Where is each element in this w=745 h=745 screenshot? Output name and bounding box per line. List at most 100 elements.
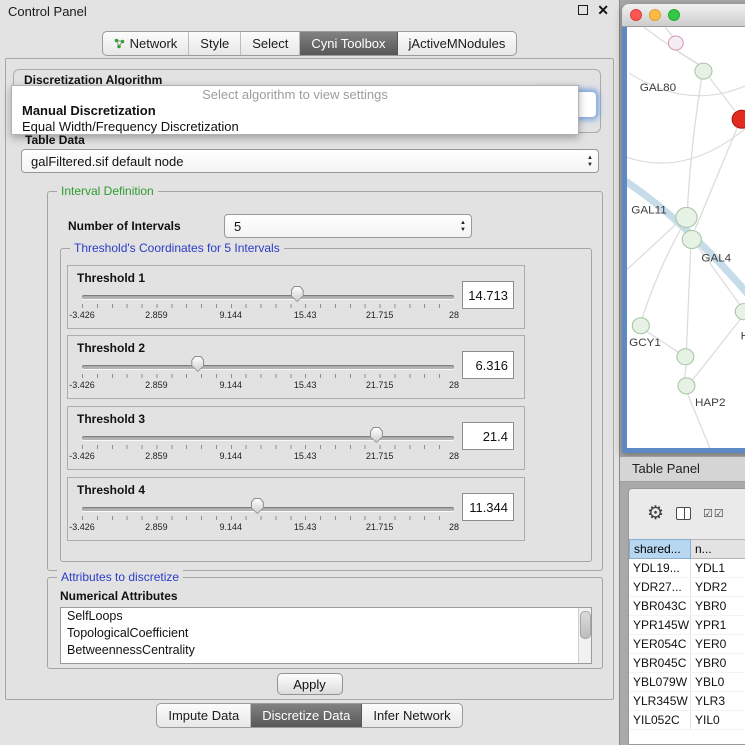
table-row[interactable]: YPR145WYPR1 xyxy=(629,616,745,635)
table-row[interactable]: YDR27...YDR2 xyxy=(629,578,745,597)
network-node-label: GAL11 xyxy=(631,205,666,217)
stepper-icon[interactable]: ▲▼ xyxy=(460,215,466,237)
tab-label: Discretize Data xyxy=(262,708,350,723)
slider-track[interactable] xyxy=(82,507,454,511)
table-data-combobox[interactable]: galFiltered.sif default node ▲▼ xyxy=(21,149,599,173)
column-header-shared-name[interactable]: shared... xyxy=(629,539,691,559)
table-row[interactable]: YBR043CYBR0 xyxy=(629,597,745,616)
tab-label: Cyni Toolbox xyxy=(311,36,385,51)
zoom-traffic-light[interactable] xyxy=(668,9,680,21)
desktop: Control Panel ✕ Network xyxy=(0,0,745,745)
network-node[interactable] xyxy=(695,63,712,79)
network-icon xyxy=(114,38,125,49)
dropdown-option-manual-discretization[interactable]: Manual Discretization xyxy=(12,103,578,119)
slider-track[interactable] xyxy=(82,436,454,440)
slider-ticks xyxy=(82,445,454,449)
table-row[interactable]: YER054CYER0 xyxy=(629,635,745,654)
slider-track[interactable] xyxy=(82,365,454,369)
slider-thumb[interactable] xyxy=(191,356,204,372)
network-node-label: HAP2 xyxy=(695,397,725,409)
network-node-label: GAL80 xyxy=(640,82,676,94)
network-node[interactable] xyxy=(632,318,649,334)
slider-scale: -3.4262.8599.14415.4321.71528 xyxy=(82,310,454,322)
network-edge xyxy=(642,226,682,318)
network-node-label: GAL4 xyxy=(701,253,731,265)
algorithm-dropdown-popup: Select algorithm to view settings Manual… xyxy=(11,85,579,135)
close-traffic-light[interactable] xyxy=(630,9,642,21)
apply-button[interactable]: Apply xyxy=(277,673,343,695)
tab-network[interactable]: Network xyxy=(103,32,190,55)
tab-infer-network[interactable]: Infer Network xyxy=(362,704,461,727)
threshold-value-field[interactable]: 21.4 xyxy=(462,422,514,450)
table-toolbar: ⚙ ☑☑ xyxy=(629,489,745,537)
network-edge xyxy=(695,127,737,229)
network-node[interactable] xyxy=(678,378,695,394)
window-title: Control Panel xyxy=(8,4,87,19)
network-node[interactable] xyxy=(735,304,745,320)
scrollbar[interactable] xyxy=(578,608,591,663)
table-row[interactable]: YIL052CYIL0 xyxy=(629,711,745,730)
number-of-intervals-value: 5 xyxy=(234,219,241,234)
dropdown-option-equal-width-frequency[interactable]: Equal Width/Frequency Discretization xyxy=(12,119,578,135)
minimize-traffic-light[interactable] xyxy=(649,9,661,21)
table-data-value: galFiltered.sif default node xyxy=(31,154,183,169)
attributes-to-discretize-group: Attributes to discretize Numerical Attri… xyxy=(47,577,603,669)
number-of-intervals-label: Number of Intervals xyxy=(68,219,181,233)
table-row[interactable]: YDL19...YDL1 xyxy=(629,559,745,578)
network-edge xyxy=(686,248,690,349)
table-row[interactable]: YBL079WYBL0 xyxy=(629,673,745,692)
top-tab-bar: Network Style Select Cyni Toolbox jActiv… xyxy=(0,31,619,56)
list-item[interactable]: SelfLoops xyxy=(61,608,591,625)
table-row[interactable]: YBR045CYBR0 xyxy=(629,654,745,673)
threshold-slider[interactable]: -3.4262.8599.14415.4321.71528 xyxy=(82,266,454,328)
tab-label: Select xyxy=(252,36,288,51)
network-node[interactable] xyxy=(682,230,701,248)
slider-ticks xyxy=(82,304,454,308)
threshold-value-field[interactable]: 14.713 xyxy=(462,281,514,309)
tab-select[interactable]: Select xyxy=(241,32,300,55)
threshold-value-field[interactable]: 11.344 xyxy=(462,493,514,521)
threshold-value-field[interactable]: 6.316 xyxy=(462,351,514,379)
columns-icon[interactable] xyxy=(676,507,691,520)
network-canvas[interactable]: GAL80GAL11GAL4GCY1HAP2H xyxy=(627,27,745,448)
number-of-intervals-combobox[interactable]: 5 ▲▼ xyxy=(224,214,472,238)
network-node[interactable] xyxy=(677,349,694,365)
slider-ticks xyxy=(82,516,454,520)
tab-discretize-data[interactable]: Discretize Data xyxy=(251,704,362,727)
column-header-name[interactable]: n... xyxy=(691,539,745,559)
network-node[interactable] xyxy=(676,207,697,227)
tab-style[interactable]: Style xyxy=(189,32,241,55)
stepper-icon[interactable]: ▲▼ xyxy=(587,150,593,172)
gear-icon[interactable]: ⚙ xyxy=(647,504,664,523)
network-view-window: GAL80GAL11GAL4GCY1HAP2H xyxy=(622,4,745,453)
network-node[interactable] xyxy=(668,36,683,50)
network-node-label: GCY1 xyxy=(629,337,661,349)
tab-impute-data[interactable]: Impute Data xyxy=(157,704,251,727)
close-icon[interactable]: ✕ xyxy=(597,3,609,17)
thresholds-group: Threshold's Coordinates for 5 Intervals … xyxy=(60,248,592,562)
control-panel-window: Control Panel ✕ Network xyxy=(0,0,620,745)
threshold-slider[interactable]: -3.4262.8599.14415.4321.71528 xyxy=(82,336,454,398)
slider-thumb[interactable] xyxy=(291,286,304,302)
tab-cyni-toolbox[interactable]: Cyni Toolbox xyxy=(300,32,397,55)
slider-thumb[interactable] xyxy=(370,427,383,443)
float-window-icon[interactable] xyxy=(578,5,588,15)
scrollbar-thumb[interactable] xyxy=(580,611,591,639)
slider-thumb[interactable] xyxy=(251,498,264,514)
table-row[interactable]: YLR345WYLR3 xyxy=(629,692,745,711)
threshold-4-panel: Threshold 4 -3.4262.8599.14415.4321.7152… xyxy=(67,477,525,541)
list-item[interactable]: TopologicalCoefficient xyxy=(61,625,591,642)
threshold-slider[interactable]: -3.4262.8599.14415.4321.71528 xyxy=(82,407,454,469)
cyni-toolbox-panel: Discretization Algorithm Select algorith… xyxy=(5,58,614,700)
network-node[interactable] xyxy=(732,110,745,128)
table-body: YDL19...YDL1 YDR27...YDR2 YBR043CYBR0 YP… xyxy=(629,559,745,744)
dropdown-placeholder-item: Select algorithm to view settings xyxy=(12,86,578,103)
numerical-attributes-list: SelfLoops TopologicalCoefficient Between… xyxy=(60,607,592,664)
thresholds-group-legend: Threshold's Coordinates for 5 Intervals xyxy=(70,241,284,255)
tab-jactivemnodules[interactable]: jActiveMNodules xyxy=(398,32,517,55)
list-item[interactable]: BetweennessCentrality xyxy=(61,642,591,659)
tab-label: Impute Data xyxy=(168,708,239,723)
slider-track[interactable] xyxy=(82,295,454,299)
threshold-slider[interactable]: -3.4262.8599.14415.4321.71528 xyxy=(82,478,454,540)
select-columns-checkboxes-icon[interactable]: ☑☑ xyxy=(703,507,725,520)
